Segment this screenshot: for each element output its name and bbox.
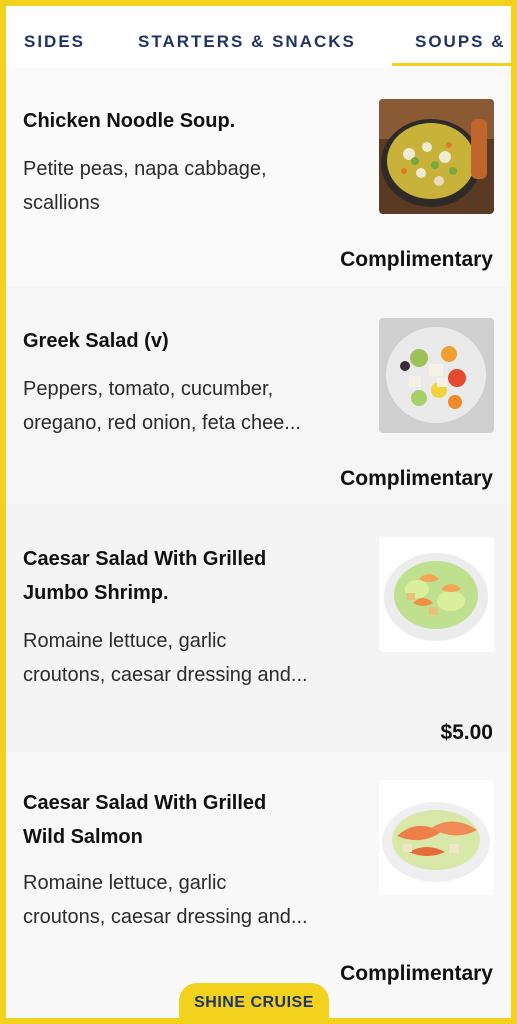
item-description: Petite peas, napa cabbage, scallions [23, 152, 363, 220]
item-price: Complimentary [340, 962, 493, 985]
brand-badge: SHINE CRUISE [179, 983, 329, 1019]
menu-screen: SIDES STARTERS & SNACKS SOUPS & Chicken … [6, 6, 511, 1018]
tab-starters-snacks[interactable]: STARTERS & SNACKS [138, 32, 356, 52]
item-description: Peppers, tomato, cucumber, oregano, red … [23, 372, 363, 440]
item-name: Caesar Salad With Grilled Wild Salmon [23, 786, 353, 854]
item-name-line: Jumbo Shrimp. [23, 582, 169, 604]
item-description-line: croutons, caesar dressing and... [23, 664, 308, 686]
item-price: $5.00 [440, 721, 493, 744]
active-tab-indicator [392, 63, 511, 66]
menu-item-chicken-noodle-soup[interactable]: Chicken Noodle Soup. Petite peas, napa c… [6, 68, 511, 286]
tab-sides[interactable]: SIDES [24, 32, 85, 52]
item-name: Chicken Noodle Soup. [23, 110, 236, 132]
caesar-shrimp-icon [379, 537, 494, 652]
item-description: Romaine lettuce, garlic croutons, caesar… [23, 624, 363, 692]
tab-soups[interactable]: SOUPS & [415, 32, 506, 52]
item-description-line: oregano, red onion, feta chee... [23, 412, 301, 434]
item-description: Romaine lettuce, garlic croutons, caesar… [23, 866, 363, 934]
greek-salad-icon [379, 318, 494, 433]
item-description-line: Peppers, tomato, cucumber, [23, 378, 274, 400]
item-description-line: Romaine lettuce, garlic [23, 630, 227, 652]
item-description-line: croutons, caesar dressing and... [23, 906, 308, 928]
caesar-salmon-icon [379, 780, 494, 895]
item-name: Caesar Salad With Grilled Jumbo Shrimp. [23, 542, 353, 610]
item-name-line: Wild Salmon [23, 826, 143, 848]
soup-bowl-icon [379, 99, 494, 214]
item-description-line: scallions [23, 192, 100, 214]
category-tabs: SIDES STARTERS & SNACKS SOUPS & [6, 6, 511, 69]
item-name-line: Caesar Salad With Grilled [23, 792, 267, 814]
menu-item-caesar-salmon[interactable]: Caesar Salad With Grilled Wild Salmon Ro… [6, 752, 511, 1018]
item-price: Complimentary [340, 248, 493, 271]
item-description-line: Petite peas, napa cabbage, [23, 158, 267, 180]
menu-item-caesar-shrimp[interactable]: Caesar Salad With Grilled Jumbo Shrimp. … [6, 504, 511, 752]
item-description-line: Romaine lettuce, garlic [23, 872, 227, 894]
menu-item-greek-salad[interactable]: Greek Salad (v) Peppers, tomato, cucumbe… [6, 286, 511, 504]
item-price: Complimentary [340, 467, 493, 490]
item-name: Greek Salad (v) [23, 330, 169, 352]
item-name-line: Caesar Salad With Grilled [23, 548, 267, 570]
